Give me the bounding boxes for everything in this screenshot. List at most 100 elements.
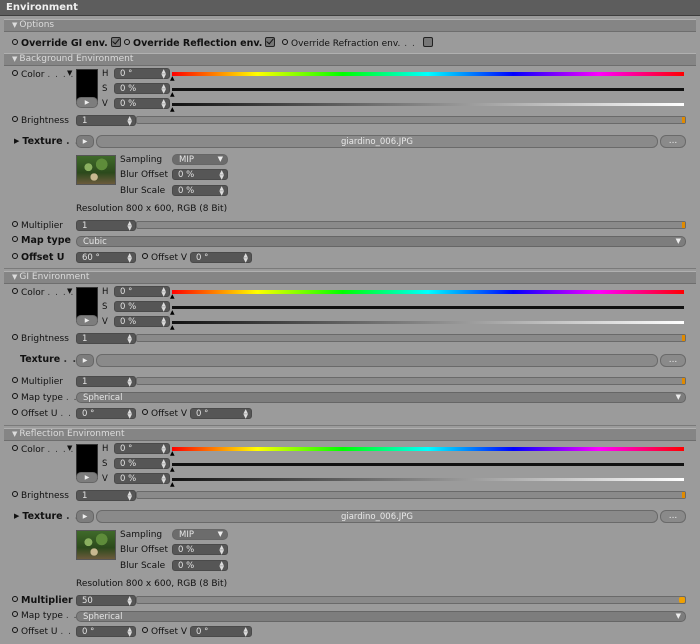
bg-s-field[interactable]: 0 % ▲ ▼	[114, 83, 170, 95]
color-picker-toggle[interactable]: ▶	[76, 472, 98, 483]
slider-caret-icon[interactable]: ▲	[170, 482, 175, 488]
options-header[interactable]: ▼ Options	[4, 19, 696, 32]
expand-arrow-icon[interactable]: ▶	[14, 510, 19, 522]
color-menu-arrow-icon[interactable]: ▼	[67, 444, 72, 452]
spinner-arrows-icon[interactable]: ▲ ▼	[127, 221, 132, 232]
animation-bullet-icon[interactable]	[124, 39, 130, 45]
refl-v-field[interactable]: 0 % ▲ ▼	[114, 473, 170, 485]
bg-offset-u-field[interactable]: 60 ° ▲ ▼	[76, 252, 136, 264]
gi-offset-v-field[interactable]: 0 ° ▲ ▼	[190, 408, 252, 420]
refl-value-slider[interactable]	[172, 478, 684, 481]
slider-caret-icon[interactable]: ▲	[170, 451, 175, 457]
bg-saturation-slider[interactable]	[172, 88, 684, 91]
bg-value-slider[interactable]	[172, 103, 684, 106]
animation-bullet-icon[interactable]	[12, 288, 18, 294]
gi-value-slider[interactable]	[172, 321, 684, 324]
refl-brightness-field[interactable]: 1 ▲ ▼	[76, 490, 136, 502]
animation-bullet-icon[interactable]	[142, 253, 148, 259]
refl-blur-scale-field[interactable]: 0 % ▲ ▼	[172, 560, 228, 572]
animation-bullet-icon[interactable]	[142, 627, 148, 633]
refl-texture-path[interactable]: giardino_006.JPG	[96, 510, 658, 523]
bg-map-type-dropdown[interactable]: Cubic ▼	[76, 236, 686, 247]
refl-brightness-slider[interactable]	[136, 491, 686, 499]
background-environment-header[interactable]: ▼ Background Environment	[4, 53, 696, 66]
gi-hue-slider[interactable]	[172, 290, 684, 294]
animation-bullet-icon[interactable]	[282, 39, 288, 45]
expand-arrow-icon[interactable]: ▶	[14, 135, 19, 147]
bg-offset-v-field[interactable]: 0 ° ▲ ▼	[190, 252, 252, 264]
bg-texture-path[interactable]: giardino_006.JPG	[96, 135, 658, 148]
override-reflection-checkbox[interactable]	[265, 37, 276, 47]
spinner-arrows-icon[interactable]: ▲ ▼	[127, 627, 132, 638]
color-picker-toggle[interactable]: ▶	[76, 315, 98, 326]
animation-bullet-icon[interactable]	[142, 409, 148, 415]
spinner-arrows-icon[interactable]: ▲ ▼	[127, 409, 132, 420]
color-menu-arrow-icon[interactable]: ▼	[67, 69, 72, 77]
spinner-arrows-icon[interactable]: ▲ ▼	[127, 334, 132, 345]
gi-texture-browse-button[interactable]: ...	[660, 354, 686, 367]
spinner-arrows-icon[interactable]: ▲ ▼	[127, 253, 132, 264]
bg-texture-browse-button[interactable]: ...	[660, 135, 686, 148]
animation-bullet-icon[interactable]	[12, 491, 18, 497]
spinner-arrows-icon[interactable]: ▲ ▼	[243, 627, 248, 638]
bg-blur-offset-field[interactable]: 0 % ▲ ▼	[172, 169, 228, 181]
refl-h-field[interactable]: 0 ° ▲ ▼	[114, 443, 170, 455]
spinner-arrows-icon[interactable]: ▲ ▼	[127, 491, 132, 502]
animation-bullet-icon[interactable]	[12, 334, 18, 340]
refl-blur-offset-field[interactable]: 0 % ▲ ▼	[172, 544, 228, 556]
bg-h-field[interactable]: 0 ° ▲ ▼	[114, 68, 170, 80]
spinner-arrows-icon[interactable]: ▲ ▼	[219, 186, 224, 197]
bg-hue-slider[interactable]	[172, 72, 684, 76]
refl-s-field[interactable]: 0 % ▲ ▼	[114, 458, 170, 470]
animation-bullet-icon[interactable]	[12, 393, 18, 399]
spinner-arrows-icon[interactable]: ▲ ▼	[161, 287, 166, 298]
animation-bullet-icon[interactable]	[12, 445, 18, 451]
gi-map-type-dropdown[interactable]: Spherical ▼	[76, 392, 686, 403]
gi-brightness-field[interactable]: 1 ▲ ▼	[76, 333, 136, 345]
refl-offset-u-field[interactable]: 0 ° ▲ ▼	[76, 626, 136, 638]
spinner-arrows-icon[interactable]: ▲ ▼	[161, 459, 166, 470]
spinner-arrows-icon[interactable]: ▲ ▼	[219, 561, 224, 572]
reflection-environment-header[interactable]: ▼ Reflection Environment	[4, 428, 696, 441]
animation-bullet-icon[interactable]	[12, 116, 18, 122]
bg-blur-scale-field[interactable]: 0 % ▲ ▼	[172, 185, 228, 197]
slider-caret-icon[interactable]: ▲	[170, 92, 175, 98]
bg-texture-menu-button[interactable]: ▶	[76, 135, 94, 148]
gi-h-field[interactable]: 0 ° ▲ ▼	[114, 286, 170, 298]
gi-saturation-slider[interactable]	[172, 306, 684, 309]
slider-caret-icon[interactable]: ▲	[170, 76, 175, 82]
spinner-arrows-icon[interactable]: ▲ ▼	[161, 302, 166, 313]
spinner-arrows-icon[interactable]: ▲ ▼	[161, 84, 166, 95]
override-gi-checkbox[interactable]	[110, 37, 121, 47]
animation-bullet-icon[interactable]	[12, 221, 18, 227]
bg-brightness-field[interactable]: 1 ▲ ▼	[76, 115, 136, 127]
spinner-arrows-icon[interactable]: ▲ ▼	[127, 116, 132, 127]
spinner-arrows-icon[interactable]: ▲ ▼	[243, 253, 248, 264]
gi-texture-path[interactable]	[96, 354, 658, 367]
gi-environment-header[interactable]: ▼ GI Environment	[4, 271, 696, 284]
animation-bullet-icon[interactable]	[12, 236, 18, 242]
bg-sampling-dropdown[interactable]: MIP ▼	[172, 154, 228, 165]
color-picker-toggle[interactable]: ▶	[76, 97, 98, 108]
spinner-arrows-icon[interactable]: ▲ ▼	[219, 170, 224, 181]
animation-bullet-icon[interactable]	[12, 377, 18, 383]
spinner-arrows-icon[interactable]: ▲ ▼	[161, 317, 166, 328]
override-refraction-checkbox[interactable]	[422, 37, 433, 47]
bg-multiplier-field[interactable]: 1 ▲ ▼	[76, 220, 136, 232]
slider-caret-icon[interactable]: ▲	[170, 294, 175, 300]
animation-bullet-icon[interactable]	[12, 596, 18, 602]
gi-s-field[interactable]: 0 % ▲ ▼	[114, 301, 170, 313]
spinner-arrows-icon[interactable]: ▲ ▼	[243, 409, 248, 420]
animation-bullet-icon[interactable]	[12, 39, 18, 45]
gi-multiplier-slider[interactable]	[136, 377, 686, 385]
animation-bullet-icon[interactable]	[12, 611, 18, 617]
refl-map-type-dropdown[interactable]: Spherical ▼	[76, 611, 686, 622]
gi-multiplier-field[interactable]: 1 ▲ ▼	[76, 376, 136, 388]
spinner-arrows-icon[interactable]: ▲ ▼	[127, 377, 132, 388]
refl-sampling-dropdown[interactable]: MIP ▼	[172, 529, 228, 540]
bg-multiplier-slider[interactable]	[136, 221, 686, 229]
spinner-arrows-icon[interactable]: ▲ ▼	[161, 474, 166, 485]
refl-texture-menu-button[interactable]: ▶	[76, 510, 94, 523]
spinner-arrows-icon[interactable]: ▲ ▼	[219, 545, 224, 556]
refl-multiplier-field[interactable]: 50 ▲ ▼	[76, 595, 136, 607]
